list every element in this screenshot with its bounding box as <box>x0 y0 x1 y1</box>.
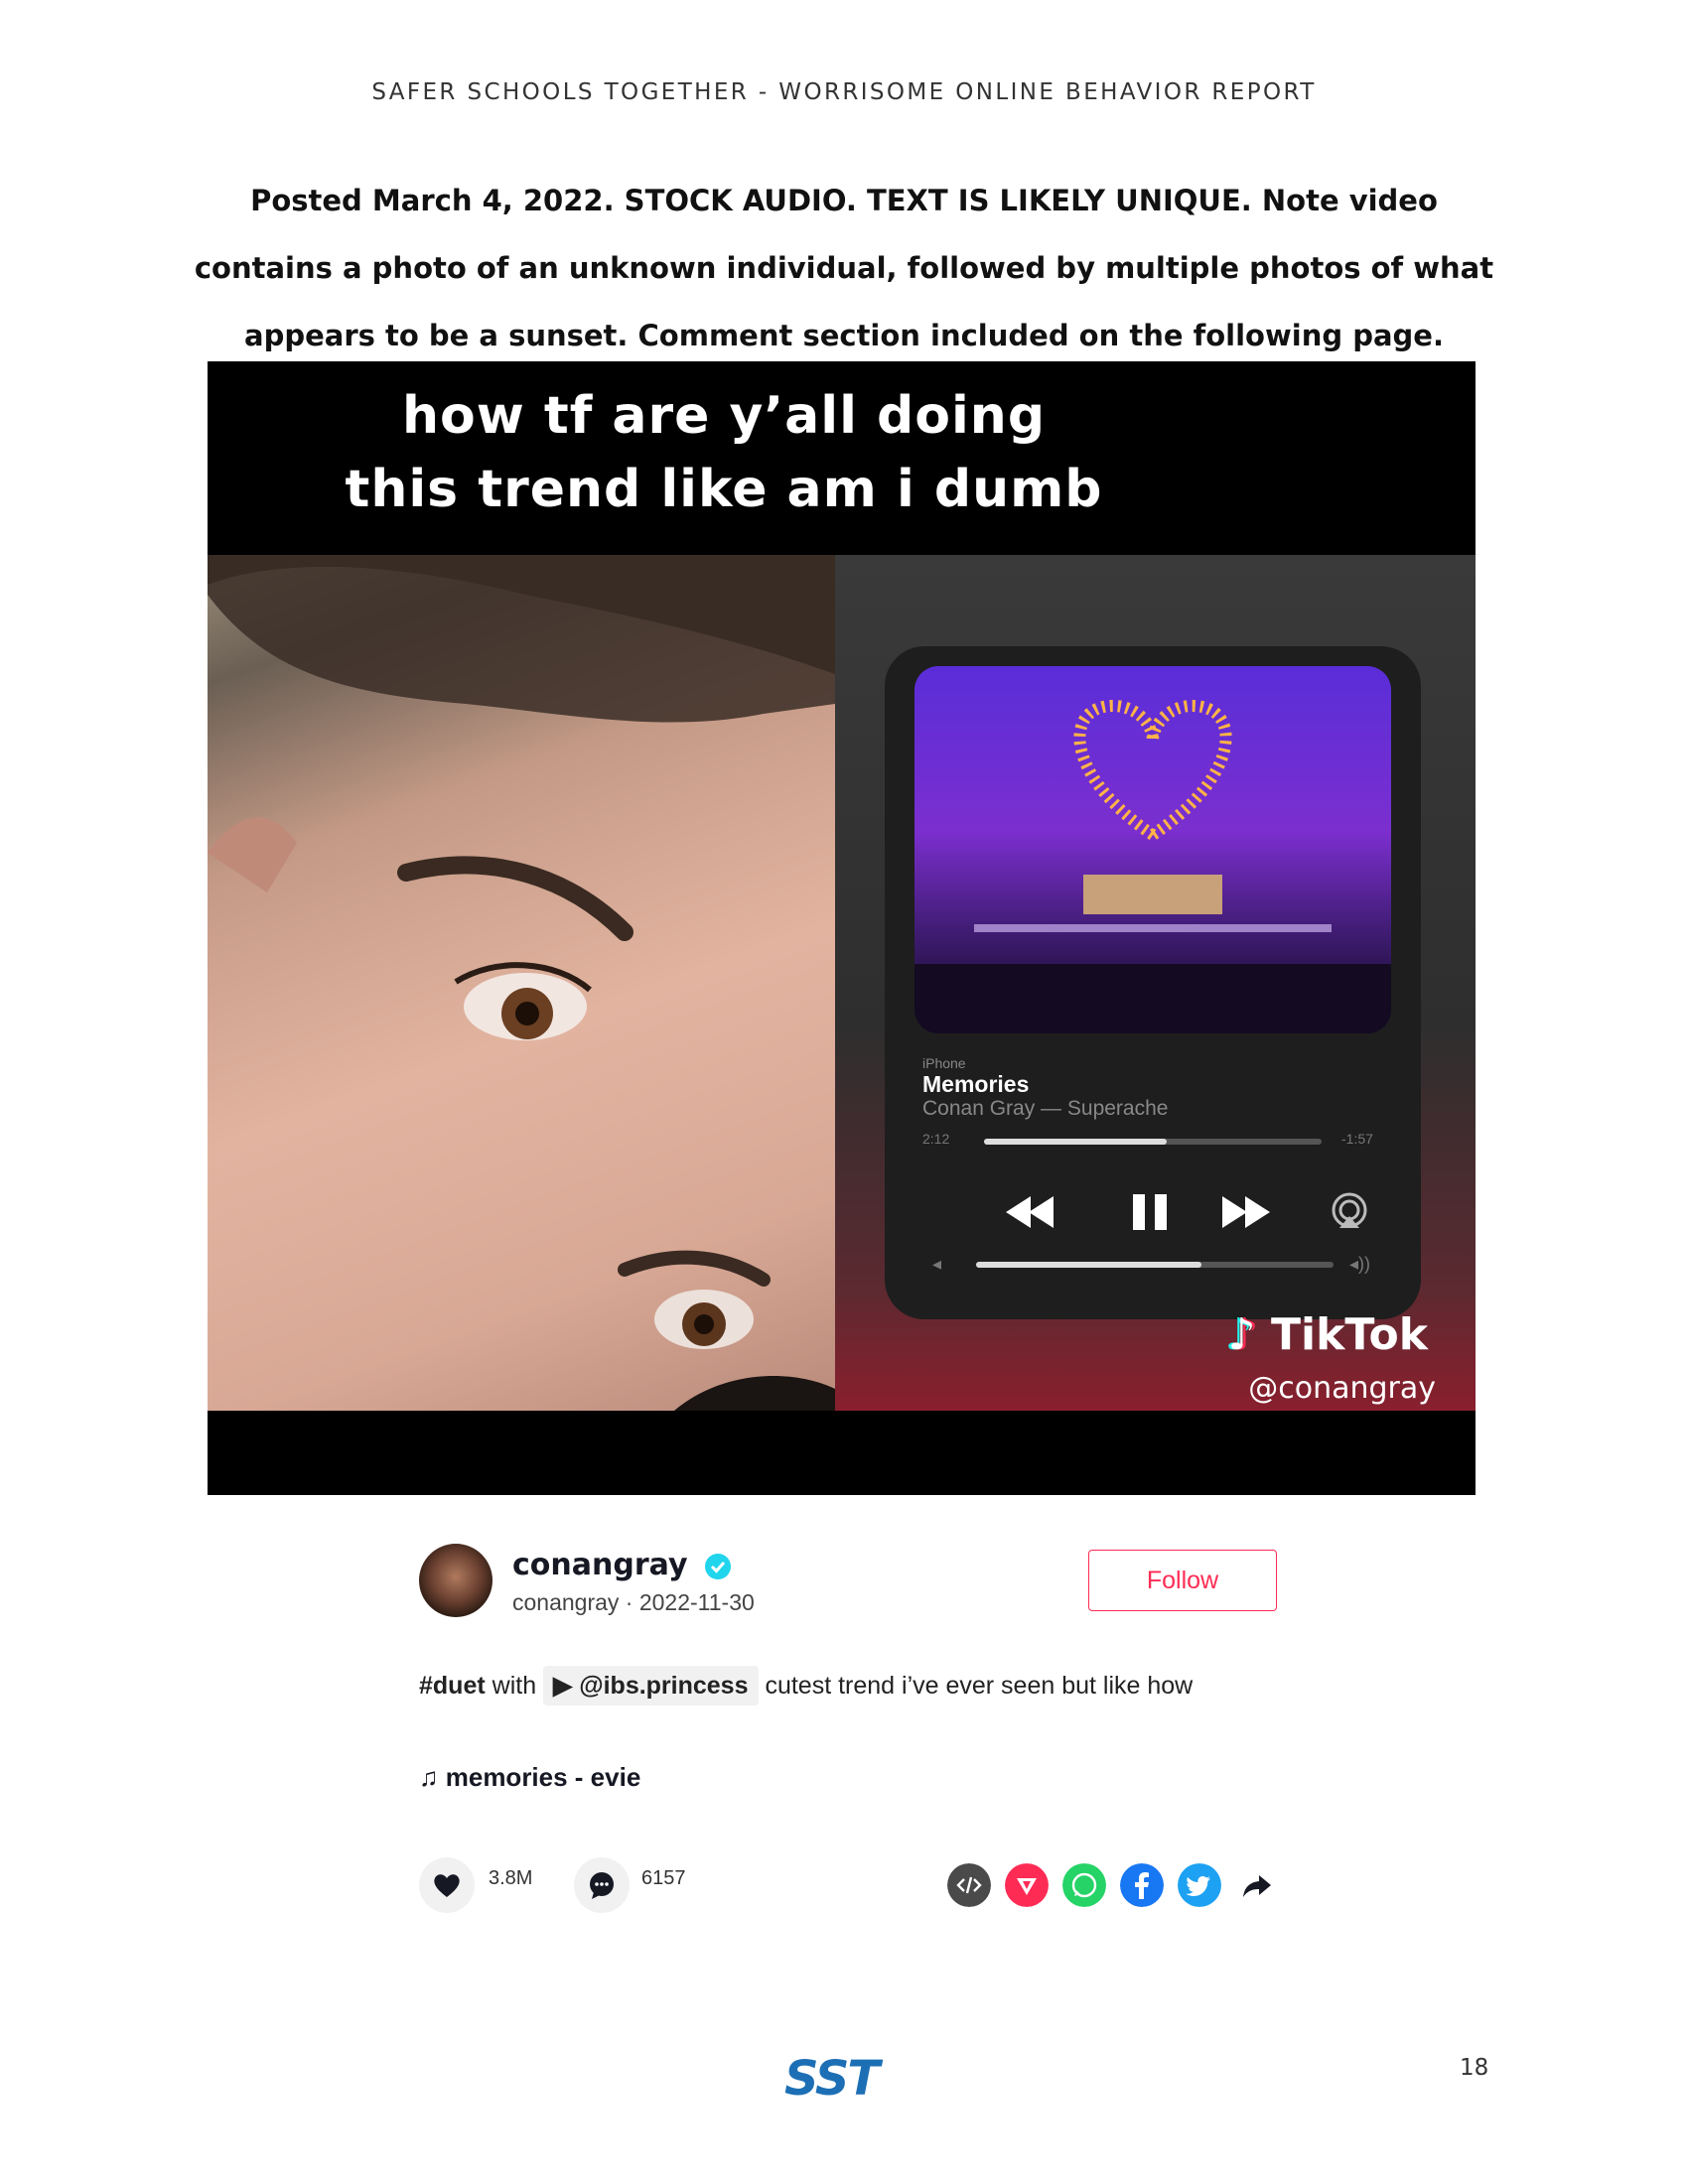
playback-controls <box>1006 1192 1367 1230</box>
progress-bar[interactable] <box>984 1139 1322 1145</box>
tiktok-watermark: ♪ TikTok <box>1228 1309 1428 1360</box>
like-button[interactable] <box>419 1857 475 1913</box>
video-screenshot[interactable]: how tf are y’all doing this trend like a… <box>208 361 1476 1495</box>
send-to-friends-icon[interactable] <box>1005 1863 1049 1907</box>
sst-logo: SST <box>784 2051 880 2107</box>
heart-icon <box>434 1874 460 1897</box>
album-art <box>914 666 1391 1033</box>
airplay-icon[interactable] <box>1332 1192 1367 1228</box>
overlay-line-1: how tf are y’all doing <box>401 386 1047 446</box>
avatar[interactable] <box>419 1544 492 1617</box>
watermark-handle: @conangray <box>1248 1371 1436 1406</box>
report-header: SAFER SCHOOLS TOGETHER - WORRISOME ONLIN… <box>371 79 1317 105</box>
tiktok-note-icon: ♪ <box>1227 1309 1256 1360</box>
remaining-time: -1:57 <box>1341 1131 1373 1147</box>
embed-icon[interactable] <box>947 1863 991 1907</box>
comment-button[interactable] <box>574 1857 630 1913</box>
share-arrow-icon[interactable] <box>1235 1863 1279 1907</box>
facebook-icon[interactable] <box>1120 1863 1164 1907</box>
mention-link[interactable]: ▶ @ibs.princess <box>543 1666 759 1706</box>
fast-forward-icon[interactable] <box>1222 1196 1270 1228</box>
username[interactable]: conangray <box>512 1548 688 1582</box>
music-title: memories - evie <box>445 1762 641 1792</box>
volume-slider[interactable] <box>976 1262 1334 1268</box>
post-meta: conangray · 2022-11-30 <box>512 1589 755 1615</box>
like-count: 3.8M <box>489 1867 533 1889</box>
post-description: #duet with ▶ @ibs.princess cutest trend … <box>419 1665 1273 1706</box>
face-photo <box>208 555 835 1411</box>
face-illustration <box>208 555 835 1411</box>
overlay-line-2: this trend like am i dumb <box>345 460 1103 519</box>
pause-icon[interactable] <box>1133 1194 1167 1230</box>
rewind-icon[interactable] <box>1006 1196 1054 1228</box>
now-playing-card: iPhone Memories Conan Gray — Superache 2… <box>885 646 1421 1319</box>
username-row[interactable]: conangray <box>512 1548 732 1582</box>
volume-high-icon: ◂)) <box>1349 1254 1371 1274</box>
volume-low-icon: ◂ <box>932 1254 942 1274</box>
player-source: iPhone <box>922 1055 966 1071</box>
comment-count: 6157 <box>641 1867 686 1889</box>
mention-handle: @ibs.princess <box>579 1672 749 1700</box>
video-overlay-text: how tf are y’all doing this trend like a… <box>208 379 1240 526</box>
page-number: 18 <box>1460 2055 1489 2081</box>
track-artist: Conan Gray — Superache <box>922 1097 1169 1120</box>
desc-with: with <box>485 1672 544 1700</box>
hashtag-link[interactable]: #duet <box>419 1672 486 1700</box>
heart-stage-image <box>914 699 1391 1033</box>
elapsed-time: 2:12 <box>922 1131 950 1147</box>
play-icon: ▶ <box>553 1672 580 1700</box>
post-caption: Posted March 4, 2022. STOCK AUDIO. TEXT … <box>194 184 1494 352</box>
engagement-bar: 3.8M 6157 <box>419 1851 1293 1913</box>
music-link[interactable]: ♫ memories - evie <box>419 1762 640 1793</box>
verified-badge-icon <box>704 1553 731 1579</box>
music-player-panel: iPhone Memories Conan Gray — Superache 2… <box>835 555 1476 1411</box>
tiktok-logo-text: TikTok <box>1270 1309 1428 1360</box>
twitter-icon[interactable] <box>1178 1863 1221 1907</box>
follow-button[interactable]: Follow <box>1088 1550 1277 1611</box>
music-note-icon: ♫ <box>419 1762 446 1792</box>
progress-fill <box>984 1139 1167 1145</box>
track-title: Memories <box>922 1071 1030 1097</box>
comment-icon <box>590 1872 614 1899</box>
whatsapp-icon[interactable] <box>1062 1863 1106 1907</box>
volume-fill <box>976 1262 1201 1268</box>
desc-text: cutest trend i’ve ever seen but like how <box>758 1672 1194 1700</box>
